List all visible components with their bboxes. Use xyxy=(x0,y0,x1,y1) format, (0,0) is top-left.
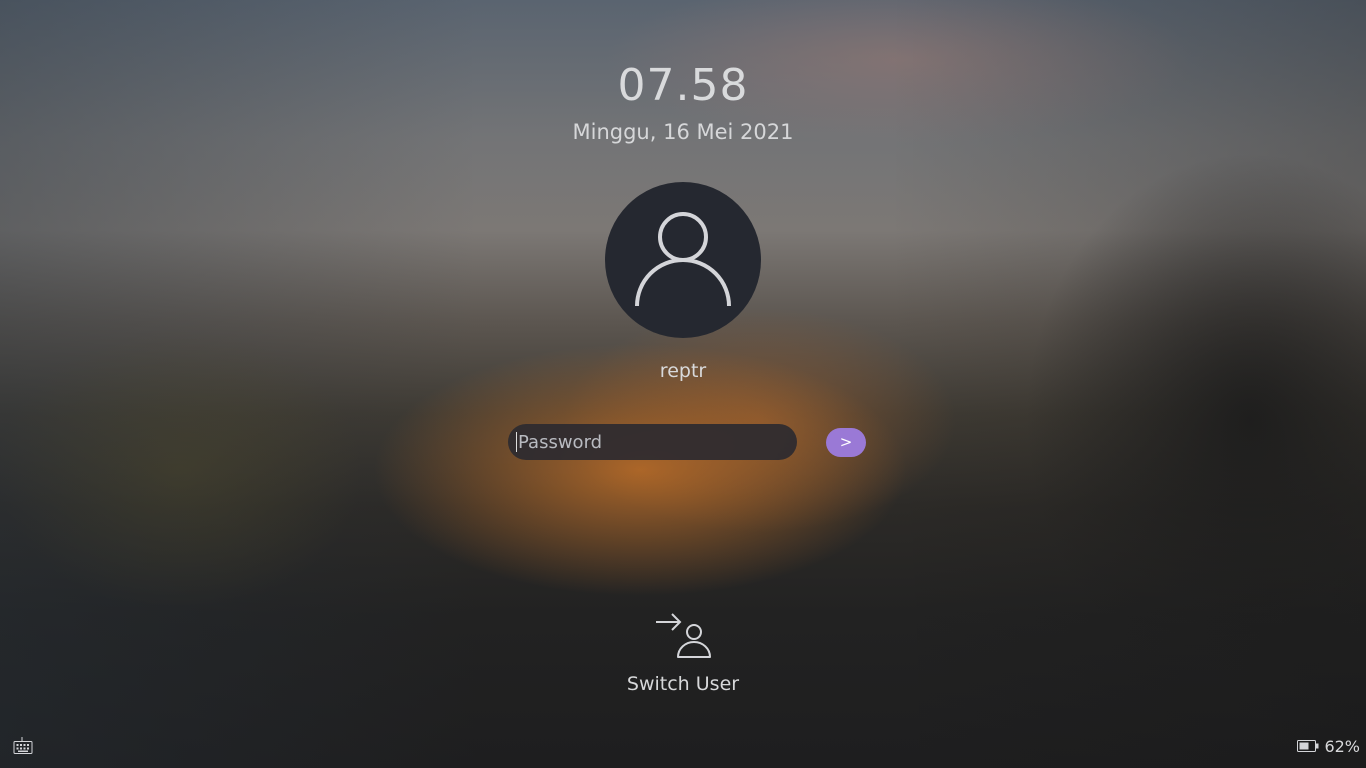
battery-status: 62% xyxy=(1297,736,1360,756)
username: reptr xyxy=(659,360,707,382)
date: Minggu, 16 Mei 2021 xyxy=(572,120,794,144)
switch-user-label: Switch User xyxy=(626,673,740,695)
password-input[interactable] xyxy=(508,424,797,460)
battery-percentage: 62% xyxy=(1324,736,1360,756)
switch-user-icon xyxy=(654,608,712,666)
clock: 07.58 xyxy=(617,60,749,111)
keyboard-icon[interactable] xyxy=(13,737,33,759)
text-cursor xyxy=(516,432,517,452)
submit-button[interactable]: > xyxy=(826,428,866,457)
user-avatar-icon xyxy=(605,182,761,338)
switch-user-button[interactable]: Switch User xyxy=(613,608,753,700)
battery-icon xyxy=(1297,737,1319,756)
